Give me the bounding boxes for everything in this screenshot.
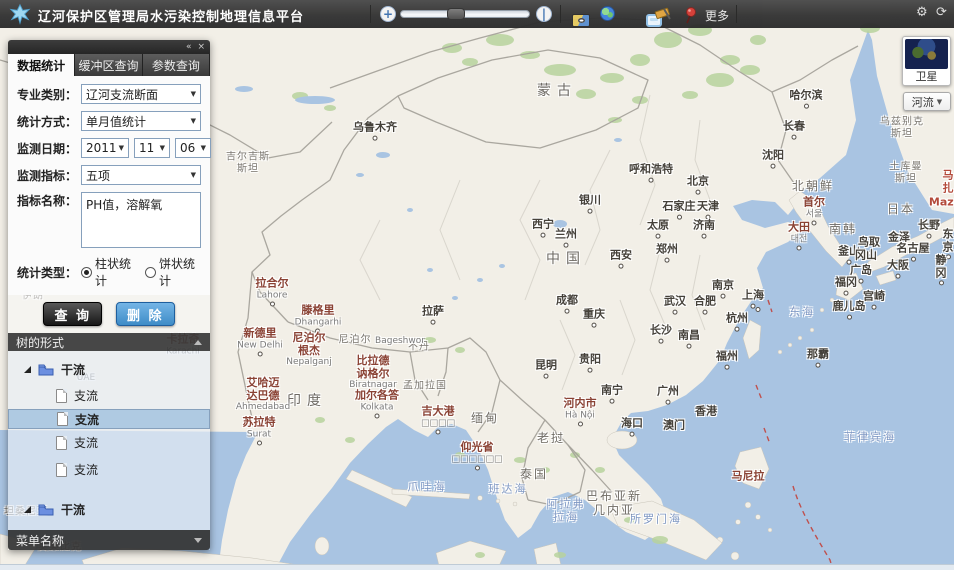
- tab-2[interactable]: 参数查询: [143, 54, 210, 76]
- menu-section-header[interactable]: 菜单名称: [8, 530, 210, 550]
- measure-tool-icon[interactable]: [654, 6, 672, 22]
- stat-method-label: 统计方式：: [17, 113, 81, 130]
- bar-chart-radio[interactable]: [81, 267, 92, 278]
- tree-node-label: 支流: [74, 387, 98, 404]
- day-value: 06: [180, 141, 195, 155]
- tree-child-node[interactable]: 支流: [8, 409, 210, 429]
- tree-node-label: 干流: [61, 361, 85, 378]
- chevron-down-icon: ▼: [191, 117, 196, 125]
- zoom-in-button[interactable]: +: [380, 6, 396, 22]
- chevron-down-icon: ▼: [119, 144, 124, 152]
- tree-child-node[interactable]: 支流: [8, 382, 210, 409]
- rivers-layer-dropdown[interactable]: 河流 ▼: [903, 92, 951, 111]
- indicator-label: 监测指标：: [17, 167, 81, 184]
- stat-method-select[interactable]: 单月值统计 ▼: [81, 111, 201, 131]
- app-window: 乌鲁木齐哈尔滨长春沈阳呼和浩特北京天津石家庄太原济南郑州银川西宁兰州西安拉萨成都…: [0, 0, 954, 570]
- top-header-bar: 辽河保护区管理局水污染控制地理信息平台 + | 更多 ⚙ ⟳: [0, 0, 954, 28]
- tab-1[interactable]: 缓冲区查询: [75, 54, 142, 76]
- tree-node-label: 支流: [74, 461, 98, 478]
- indicator-value: 五项: [86, 167, 110, 184]
- rivers-label: 河流: [912, 94, 934, 110]
- satellite-label: 卫星: [905, 69, 948, 85]
- stat-method-value: 单月值统计: [86, 113, 146, 130]
- document-icon: [56, 436, 67, 450]
- pie-chart-radio[interactable]: [145, 267, 156, 278]
- stat-type-label: 统计类型：: [17, 264, 81, 281]
- document-icon: [56, 463, 67, 477]
- category-label: 专业类别：: [17, 86, 81, 103]
- document-icon: [57, 412, 68, 426]
- tree-node-label: 干流: [61, 501, 85, 518]
- satellite-thumbnail: [905, 39, 948, 69]
- panel-close-icon[interactable]: ×: [197, 42, 205, 52]
- tab-0[interactable]: 数据统计: [8, 54, 75, 76]
- tree-root-node[interactable]: 干流: [8, 355, 210, 382]
- query-button[interactable]: 查 询: [43, 302, 102, 326]
- date-label: 监测日期：: [17, 140, 81, 157]
- zoom-slider-track[interactable]: [400, 10, 530, 18]
- indicator-name-textarea[interactable]: PH值，溶解氧: [81, 192, 201, 248]
- pushpin-icon[interactable]: [682, 6, 698, 24]
- left-panel: « × 数据统计缓冲区查询参数查询 专业类别： 辽河支流断面 ▼ 统计方式： 单…: [8, 40, 210, 550]
- category-select[interactable]: 辽河支流断面 ▼: [81, 84, 201, 104]
- tree-node-label: 支流: [74, 434, 98, 451]
- day-select[interactable]: 06 ▼: [175, 138, 211, 158]
- app-logo-splash-icon: [8, 3, 32, 25]
- tree-root-node[interactable]: 干流: [8, 495, 210, 522]
- query-form: 专业类别： 辽河支流断面 ▼ 统计方式： 单月值统计 ▼ 监测日期： 2011 …: [8, 76, 210, 295]
- document-icon: [56, 389, 67, 403]
- chevron-down-icon: ▼: [160, 144, 165, 152]
- tree-node-label: 支流: [75, 411, 99, 428]
- header-divider: [736, 5, 737, 23]
- header-divider: [560, 5, 561, 23]
- tree-section-title: 树的形式: [16, 334, 64, 351]
- chevron-down-icon: ▼: [191, 90, 196, 98]
- month-select[interactable]: 11 ▼: [134, 138, 170, 158]
- zoom-slider-handle[interactable]: [447, 8, 465, 20]
- tree-child-node[interactable]: 支流: [8, 456, 210, 483]
- header-divider: [370, 5, 371, 23]
- more-menu-button[interactable]: 更多: [705, 7, 729, 24]
- tree-expand-icon[interactable]: [24, 366, 31, 373]
- form-button-row: 查 询 删 除: [8, 295, 210, 333]
- chevron-down-icon: ▼: [191, 171, 196, 179]
- delete-button[interactable]: 删 除: [116, 302, 175, 326]
- tree-child-node[interactable]: 支流: [8, 429, 210, 456]
- pie-chart-radio-label[interactable]: 饼状统计: [159, 255, 201, 289]
- tree-expand-icon[interactable]: [24, 506, 31, 513]
- indicator-name-label: 指标名称：: [17, 192, 81, 209]
- gear-icon[interactable]: ⚙: [916, 5, 928, 20]
- bottom-status-strip: [0, 564, 954, 570]
- panel-titlebar: « ×: [8, 40, 210, 54]
- satellite-view-button[interactable]: 卫星: [902, 36, 951, 86]
- app-title: 辽河保护区管理局水污染控制地理信息平台: [38, 6, 304, 25]
- overview-map-icon[interactable]: [572, 14, 590, 27]
- globe-icon[interactable]: [600, 6, 615, 21]
- chevron-down-icon: ▼: [201, 144, 206, 152]
- sidebar-tabs: 数据统计缓冲区查询参数查询: [8, 54, 210, 76]
- year-select[interactable]: 2011 ▼: [81, 138, 129, 158]
- month-value: 11: [139, 141, 154, 155]
- year-value: 2011: [86, 141, 117, 155]
- category-value: 辽河支流断面: [86, 86, 158, 103]
- menu-section-title: 菜单名称: [16, 532, 64, 549]
- tree-list: 干流支流支流支流支流干流: [8, 351, 210, 530]
- collapse-down-icon: [194, 538, 202, 543]
- indicator-select[interactable]: 五项 ▼: [81, 165, 201, 185]
- tree-section-header[interactable]: 树的形式: [8, 333, 210, 351]
- refresh-icon[interactable]: ⟳: [936, 5, 947, 20]
- bar-chart-radio-label[interactable]: 柱状统计: [95, 255, 137, 289]
- collapse-up-icon: [194, 340, 202, 345]
- chevron-down-icon: ▼: [937, 98, 942, 106]
- zoom-full-extent-button[interactable]: |: [536, 6, 552, 22]
- panel-collapse-icon[interactable]: «: [186, 42, 192, 52]
